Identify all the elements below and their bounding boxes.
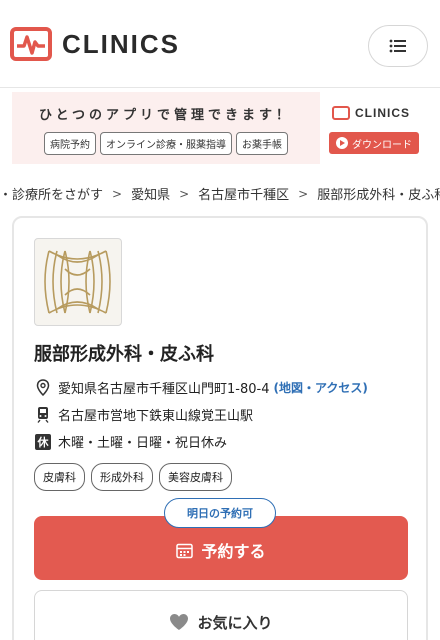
play-icon bbox=[336, 137, 348, 149]
map-access-link[interactable]: (地図・アクセス) bbox=[273, 379, 367, 396]
banner-text-area: ひとつのアプリで管理できます！ 病院予約 オンライン診療・服薬指導 お薬手帳 bbox=[12, 92, 320, 164]
clinic-logo-image bbox=[34, 238, 122, 326]
chevron-right-icon: > bbox=[179, 186, 190, 201]
reserve-label: 予約する bbox=[201, 542, 266, 561]
breadcrumb-item-search[interactable]: 院・診療所をさがす bbox=[0, 184, 103, 203]
train-icon bbox=[34, 406, 52, 424]
clinics-logo-icon bbox=[10, 27, 52, 61]
department-tags: 皮膚科 形成外科 美容皮膚科 bbox=[34, 463, 232, 491]
clinics-logo-text: CLINICS bbox=[62, 28, 180, 59]
app-promo-banner[interactable]: ひとつのアプリで管理できます！ 病院予約 オンライン診療・服薬指導 お薬手帳 C… bbox=[12, 92, 428, 164]
department-tag: 形成外科 bbox=[91, 463, 153, 491]
banner-logo-text: CLINICS bbox=[355, 106, 410, 120]
clinics-logo-icon bbox=[332, 106, 350, 120]
download-button[interactable]: ダウンロード bbox=[329, 132, 419, 154]
holiday-text: 木曜・土曜・日曜・祝日休み bbox=[58, 436, 228, 451]
clinic-address: 愛知県名古屋市千種区山門町1-80-4 bbox=[58, 382, 270, 397]
station-row: 名古屋市営地下鉄東山線覚王山駅 bbox=[34, 405, 253, 424]
banner-title: ひとつのアプリで管理できます！ bbox=[38, 108, 294, 123]
menu-button[interactable] bbox=[368, 25, 428, 67]
nearest-station: 名古屋市営地下鉄東山線覚王山駅 bbox=[58, 409, 254, 424]
clinics-logo[interactable]: CLINICS bbox=[10, 27, 180, 61]
availability-badge: 明日の予約可 bbox=[164, 498, 276, 528]
hamburger-menu-icon bbox=[389, 39, 406, 53]
banner-logo: CLINICS bbox=[332, 106, 410, 120]
breadcrumb: 院・診療所をさがす > 愛知県 > 名古屋市千種区 > 服部形成外科・皮ふ科 bbox=[0, 184, 440, 204]
calendar-icon bbox=[176, 543, 194, 558]
chevron-right-icon: > bbox=[298, 186, 309, 201]
favorite-label: お気に入り bbox=[197, 613, 273, 632]
banner-tag: 病院予約 bbox=[44, 132, 96, 155]
banner-download-area: CLINICS ダウンロード bbox=[320, 92, 428, 164]
download-label: ダウンロード bbox=[352, 139, 412, 151]
banner-tag: オンライン診療・服薬指導 bbox=[100, 132, 232, 155]
department-tag: 皮膚科 bbox=[34, 463, 85, 491]
site-header: CLINICS bbox=[0, 0, 440, 88]
chevron-right-icon: > bbox=[112, 186, 123, 201]
clinic-card: 服部形成外科・皮ふ科 愛知県名古屋市千種区山門町1-80-4 (地図・アクセス)… bbox=[12, 216, 428, 640]
banner-tag: お薬手帳 bbox=[236, 132, 288, 155]
holiday-icon: 休 bbox=[35, 433, 51, 450]
address-row: 愛知県名古屋市千種区山門町1-80-4 (地図・アクセス) bbox=[34, 378, 368, 397]
heart-icon bbox=[170, 614, 189, 630]
location-pin-icon bbox=[34, 379, 52, 397]
department-tag: 美容皮膚科 bbox=[159, 463, 232, 491]
clinic-name: 服部形成外科・皮ふ科 bbox=[34, 344, 214, 365]
holiday-icon-wrap: 休 bbox=[34, 433, 52, 451]
favorite-button[interactable]: お気に入り bbox=[34, 590, 408, 640]
breadcrumb-item-clinic: 服部形成外科・皮ふ科 bbox=[317, 188, 440, 203]
breadcrumb-item-prefecture[interactable]: 愛知県 bbox=[131, 184, 170, 203]
breadcrumb-item-city[interactable]: 名古屋市千種区 bbox=[198, 184, 289, 203]
holiday-row: 休 木曜・土曜・日曜・祝日休み bbox=[34, 432, 227, 451]
banner-tags: 病院予約 オンライン診療・服薬指導 お薬手帳 bbox=[12, 132, 320, 155]
